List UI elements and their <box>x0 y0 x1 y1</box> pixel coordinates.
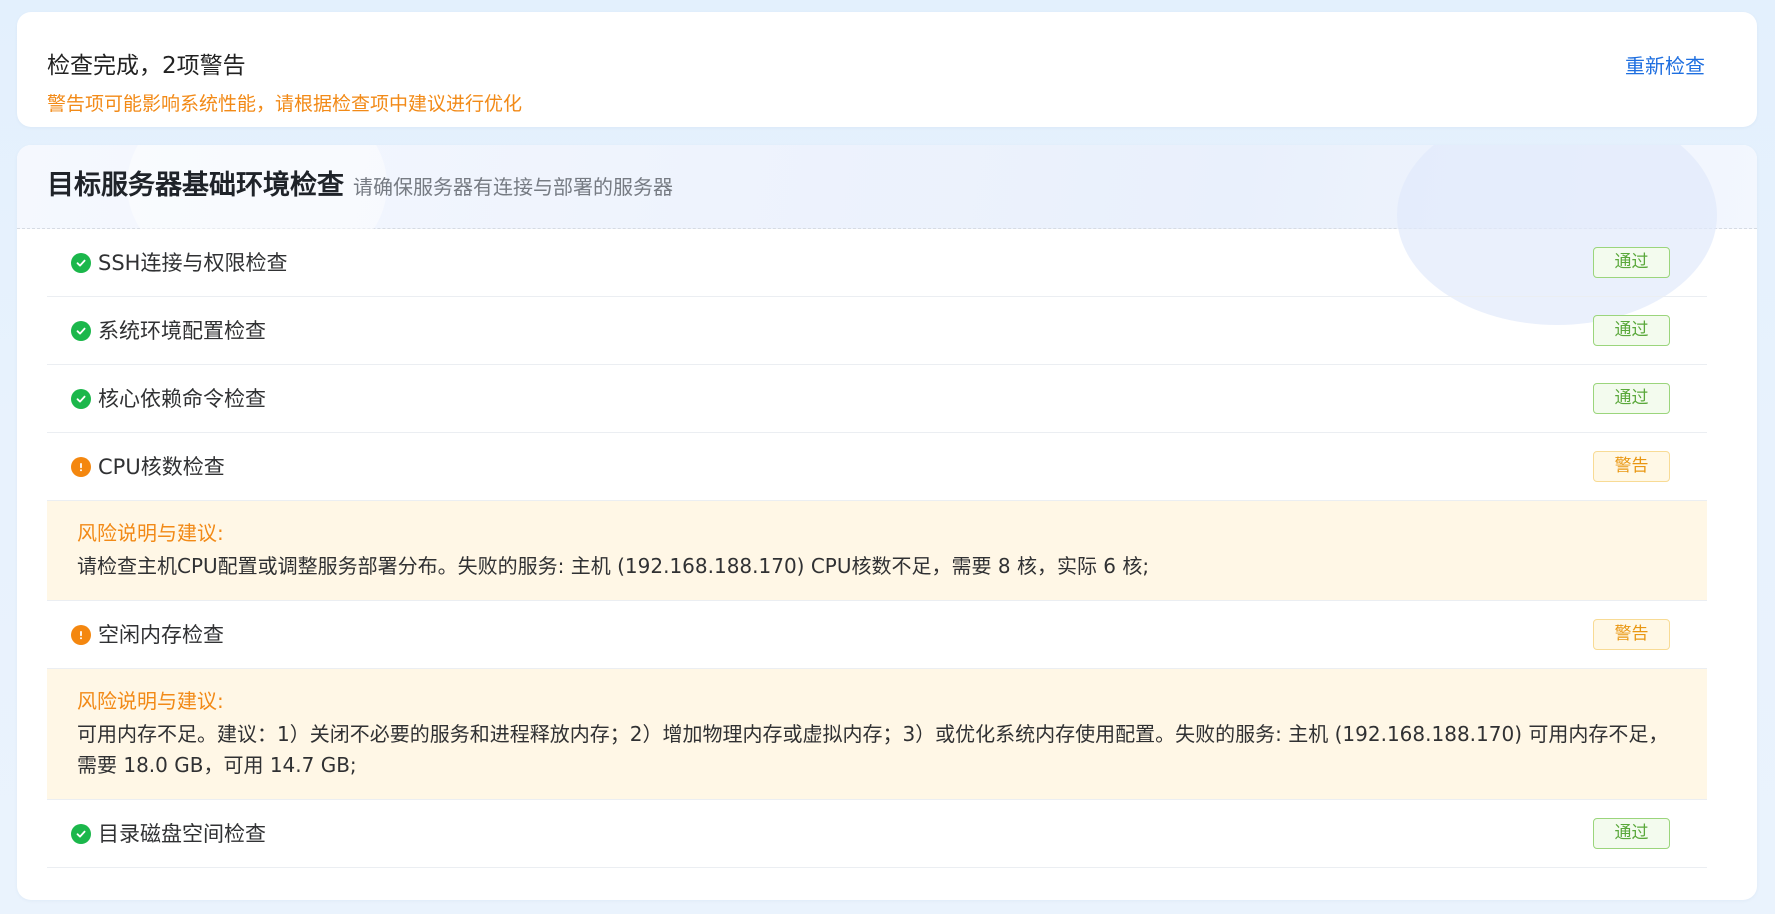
status-badge: 通过 <box>1593 247 1670 278</box>
recheck-button[interactable]: 重新检查 <box>1625 53 1705 79</box>
check-item-memory: 空闲内存检查 警告 <box>47 601 1707 669</box>
check-item-core-deps: 核心依赖命令检查 通过 <box>47 365 1707 433</box>
check-circle-icon <box>71 253 91 273</box>
risk-panel-memory: 风险说明与建议: 可用内存不足。建议：1）关闭不必要的服务和进程释放内存；2）增… <box>47 669 1707 800</box>
risk-text: 请检查主机CPU配置或调整服务部署分布。失败的服务: 主机 (192.168.1… <box>77 554 1150 578</box>
risk-title: 风险说明与建议: <box>77 521 224 545</box>
status-badge: 通过 <box>1593 818 1670 849</box>
check-item-label: SSH连接与权限检查 <box>98 251 288 275</box>
check-item-label: CPU核数检查 <box>98 455 225 479</box>
check-circle-icon <box>71 824 91 844</box>
status-badge: 通过 <box>1593 315 1670 346</box>
warning-circle-icon <box>71 457 91 477</box>
section-subtitle: 请确保服务器有连接与部署的服务器 <box>353 175 673 199</box>
check-item-label: 系统环境配置检查 <box>98 319 266 343</box>
warning-circle-icon <box>71 625 91 645</box>
risk-text: 可用内存不足。建议：1）关闭不必要的服务和进程释放内存；2）增加物理内存或虚拟内… <box>77 722 1669 777</box>
section-header: 目标服务器基础环境检查 请确保服务器有连接与部署的服务器 <box>17 145 1757 325</box>
environment-check-card: 目标服务器基础环境检查 请确保服务器有连接与部署的服务器 SSH连接与权限检查 … <box>17 145 1757 900</box>
status-badge: 警告 <box>1593 451 1670 482</box>
status-badge: 通过 <box>1593 383 1670 414</box>
summary-title: 检查完成，2项警告 <box>47 53 246 79</box>
status-badge: 警告 <box>1593 619 1670 650</box>
risk-panel-cpu: 风险说明与建议: 请检查主机CPU配置或调整服务部署分布。失败的服务: 主机 (… <box>47 501 1707 601</box>
check-list: SSH连接与权限检查 通过 系统环境配置检查 通过 核心依赖命令检查 通过 CP… <box>47 229 1707 868</box>
check-item-disk: 目录磁盘空间检查 通过 <box>47 800 1707 868</box>
check-item-cpu: CPU核数检查 警告 <box>47 433 1707 501</box>
check-item-label: 核心依赖命令检查 <box>98 387 266 411</box>
risk-title: 风险说明与建议: <box>77 689 224 713</box>
summary-card: 检查完成，2项警告 警告项可能影响系统性能，请根据检查项中建议进行优化 重新检查 <box>17 12 1757 127</box>
check-circle-icon <box>71 321 91 341</box>
summary-subtitle: 警告项可能影响系统性能，请根据检查项中建议进行优化 <box>47 93 523 115</box>
check-item-label: 目录磁盘空间检查 <box>98 822 266 846</box>
check-item-label: 空闲内存检查 <box>98 623 224 647</box>
section-title: 目标服务器基础环境检查 <box>47 170 344 201</box>
check-item-ssh: SSH连接与权限检查 通过 <box>47 229 1707 297</box>
check-item-system-env: 系统环境配置检查 通过 <box>47 297 1707 365</box>
check-circle-icon <box>71 389 91 409</box>
